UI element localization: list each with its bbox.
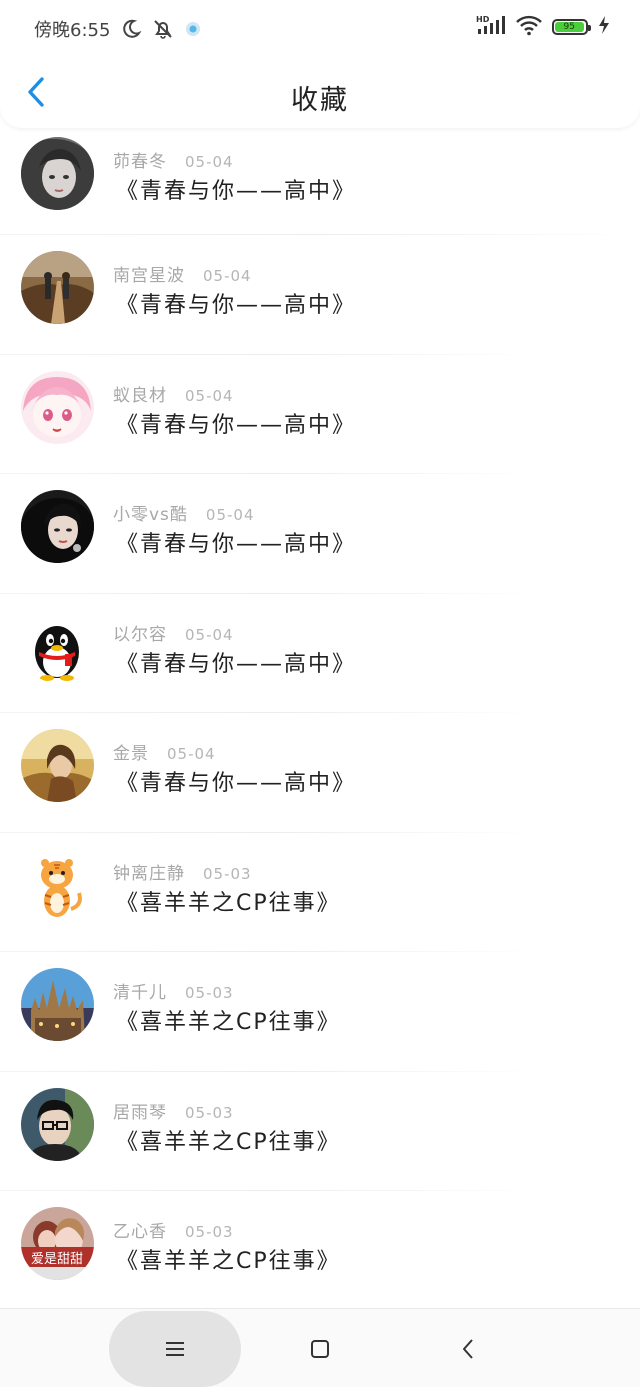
user-name: 南宫星波 — [113, 266, 185, 286]
signal-icon: HD — [476, 14, 506, 40]
app-header: 收藏 — [0, 56, 640, 128]
status-left: 傍晚6:55 — [34, 16, 202, 42]
user-name: 蚁良材 — [113, 385, 167, 406]
avatar[interactable] — [21, 848, 94, 922]
user-name: 钟离庄静 — [113, 863, 185, 884]
item-meta: 清千儿 05-03 — [113, 978, 234, 1003]
favorite-date: 05-03 — [185, 1223, 234, 1241]
user-name: 金景 — [113, 744, 149, 764]
item-meta: 钟离庄静 05-03 — [113, 859, 252, 884]
book-title: 《青春与你——高中》 — [116, 412, 357, 438]
page-title: 收藏 — [291, 85, 349, 116]
avatar[interactable] — [21, 137, 94, 210]
favorite-date: 05-03 — [203, 864, 252, 883]
book-title: 《喜羊羊之CP往事》 — [116, 890, 341, 916]
avatar[interactable] — [21, 251, 94, 324]
home-button[interactable] — [280, 1311, 360, 1387]
item-meta: 南宫星波 05-04 — [113, 261, 252, 286]
bell-muted-icon — [152, 18, 174, 40]
app-root: 傍晚6:55 HD 95 收藏 茆春冬 05-04 《青春与你——高中》 南宫星… — [0, 0, 640, 1387]
book-title: 《青春与你——高中》 — [116, 179, 357, 204]
app-notification-icon — [184, 20, 202, 38]
avatar[interactable] — [21, 729, 94, 802]
favorite-item[interactable]: 以尔容 05-04 《青春与你——高中》 — [0, 594, 640, 713]
favorite-date: 05-04 — [205, 506, 255, 524]
moon-icon — [120, 18, 142, 40]
avatar[interactable] — [21, 490, 94, 563]
item-meta: 以尔容 05-04 — [113, 620, 234, 645]
square-home-icon — [311, 1340, 329, 1358]
book-title: 《喜羊羊之CP往事》 — [116, 1010, 341, 1035]
favorite-date: 05-04 — [185, 153, 234, 171]
user-name: 茆春冬 — [113, 152, 167, 172]
avatar[interactable] — [21, 1087, 94, 1161]
user-name: 小零vs酷 — [113, 505, 188, 525]
menu-button[interactable] — [109, 1311, 241, 1387]
favorite-item[interactable]: 南宫星波 05-04 《青春与你——高中》 — [0, 235, 640, 355]
battery-icon: 95 — [552, 19, 591, 35]
status-time: 傍晚6:55 — [34, 20, 111, 41]
book-title: 《青春与你——高中》 — [116, 293, 357, 318]
user-name: 清千儿 — [113, 983, 167, 1003]
system-nav-bar — [0, 1308, 640, 1387]
menu-icon — [166, 1342, 184, 1356]
item-meta: 蚁良材 05-04 — [113, 381, 234, 406]
item-meta: 居雨琴 05-03 — [113, 1098, 234, 1123]
favorite-item[interactable]: 居雨琴 05-03 《喜羊羊之CP往事》 — [0, 1072, 640, 1191]
book-title: 《青春与你——高中》 — [116, 651, 357, 677]
favorite-date: 05-03 — [185, 984, 234, 1002]
favorite-date: 05-04 — [203, 267, 252, 285]
favorite-date: 05-04 — [185, 386, 234, 405]
item-meta: 乙心香 05-03 — [113, 1217, 234, 1242]
favorite-date: 05-04 — [185, 625, 234, 644]
avatar[interactable] — [21, 370, 94, 444]
status-right: HD 95 — [476, 14, 610, 40]
triangle-back-icon — [463, 1339, 473, 1359]
favorite-item[interactable]: 清千儿 05-03 《喜羊羊之CP往事》 — [0, 952, 640, 1072]
item-meta: 茆春冬 05-04 — [113, 147, 234, 172]
favorite-date: 05-04 — [167, 745, 216, 763]
wifi-icon — [516, 14, 542, 40]
system-back-button[interactable] — [428, 1311, 508, 1387]
book-title: 《青春与你——高中》 — [116, 771, 357, 796]
avatar-caption: 爱是甜甜 — [31, 1251, 83, 1267]
battery-level: 95 — [555, 22, 584, 32]
avatar[interactable] — [21, 968, 94, 1041]
favorite-item[interactable]: 金景 05-04 《青春与你——高中》 — [0, 713, 640, 833]
book-title: 《喜羊羊之CP往事》 — [116, 1129, 341, 1155]
user-name: 乙心香 — [113, 1222, 167, 1242]
favorite-item[interactable]: 茆春冬 05-04 《青春与你——高中》 — [0, 128, 640, 235]
favorite-date: 05-03 — [185, 1103, 234, 1122]
favorites-list: 茆春冬 05-04 《青春与你——高中》 南宫星波 05-04 《青春与你——高… — [0, 128, 640, 1303]
avatar[interactable] — [21, 609, 94, 683]
user-name: 以尔容 — [113, 624, 167, 645]
book-title: 《喜羊羊之CP往事》 — [116, 1249, 341, 1274]
charging-icon — [598, 15, 610, 39]
favorite-item[interactable]: 钟离庄静 05-03 《喜羊羊之CP往事》 — [0, 833, 640, 952]
item-meta: 金景 05-04 — [113, 739, 216, 764]
favorite-item[interactable]: 蚁良材 05-04 《青春与你——高中》 — [0, 355, 640, 474]
book-title: 《青春与你——高中》 — [116, 532, 357, 557]
avatar[interactable]: 爱是甜甜 — [21, 1207, 94, 1280]
item-meta: 小零vs酷 05-04 — [113, 500, 255, 525]
favorite-item[interactable]: 爱是甜甜 乙心香 05-03 《喜羊羊之CP往事》 — [0, 1191, 640, 1303]
status-bar: 傍晚6:55 HD 95 — [0, 0, 640, 56]
svg-text:HD: HD — [476, 15, 490, 24]
favorite-item[interactable]: 小零vs酷 05-04 《青春与你——高中》 — [0, 474, 640, 594]
user-name: 居雨琴 — [113, 1102, 167, 1123]
